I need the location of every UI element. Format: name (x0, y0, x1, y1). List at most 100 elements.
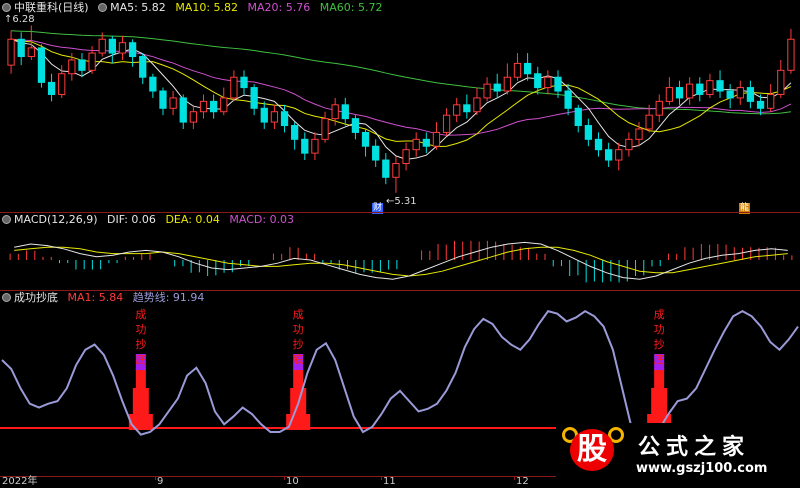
candle-body (240, 76, 248, 89)
signal-toggle-icon[interactable] (2, 293, 11, 302)
candle-body (604, 149, 613, 161)
ma1-value: MA1: 5.84 (67, 291, 124, 304)
dea-value: DEA: 0.04 (165, 213, 220, 226)
candle-body (189, 111, 198, 123)
candle-body (250, 87, 258, 109)
candle-body (270, 111, 279, 123)
signal-word: 抄 (654, 337, 665, 351)
candle-body (777, 69, 785, 95)
ma-toggle-icon[interactable] (98, 3, 108, 12)
candle-body (615, 149, 623, 161)
candle-body (756, 100, 765, 109)
candle-body (220, 97, 228, 113)
candle-body (179, 97, 187, 123)
signal-word: 功 (135, 323, 146, 336)
signal-word: 底 (293, 352, 304, 366)
panel-toggle-icon[interactable] (2, 3, 11, 12)
candle-body (453, 104, 461, 116)
candle-body (47, 81, 56, 95)
candle-body (635, 128, 643, 140)
candle-body (706, 80, 714, 95)
signal-word: 成 (654, 308, 665, 321)
signal-tower-upper (293, 368, 304, 390)
candle-body (27, 47, 35, 58)
candle-body (230, 76, 238, 99)
x-tick-label: 11 (383, 476, 396, 487)
ma10-value: MA10: 5.82 (175, 1, 239, 14)
x-tick-label: 9 (157, 476, 164, 487)
candle-body (746, 87, 755, 102)
candle-body (331, 104, 339, 120)
signal-word: 底 (654, 352, 665, 366)
x-tick-label: 12 (516, 476, 529, 487)
ma20-value: MA20: 5.76 (247, 1, 311, 14)
candle-body (402, 149, 410, 164)
candle-body (88, 52, 96, 71)
candle-body (260, 107, 268, 123)
candle-body (7, 38, 15, 66)
stock-title: 中联重科(日线) (14, 1, 89, 14)
candle-body (787, 38, 795, 71)
candle-body (503, 76, 511, 92)
candle-body (98, 38, 106, 54)
macd-toggle-icon[interactable] (2, 215, 11, 224)
candle-body (696, 83, 704, 95)
candle-body (341, 104, 349, 120)
candle-body (584, 125, 593, 140)
candle-body (361, 131, 370, 147)
ma60-value: MA60: 5.72 (319, 1, 383, 14)
x-tick-label: 10 (286, 476, 299, 487)
signal-word: 抄 (293, 337, 304, 351)
candle-body (686, 83, 694, 99)
site-name: 公式之家 (638, 435, 751, 460)
candle-body (442, 114, 451, 133)
trend-value: 趋势线: 91.94 (132, 291, 205, 304)
signal-tower-upper (135, 368, 146, 390)
candle-body (716, 80, 724, 92)
site-url: www.gszj100.com (636, 461, 768, 476)
candle-body (78, 59, 86, 71)
signal-tower-base (286, 414, 311, 430)
candle-body (463, 104, 471, 113)
candle-body (483, 83, 491, 99)
candlestick-chart (7, 25, 795, 193)
candle-body (544, 76, 552, 89)
ma5-value: MA5: 5.82 (110, 1, 166, 14)
candle-body (412, 138, 420, 151)
signal-word: 底 (135, 352, 146, 366)
watermark-logo: 股 公式之家 www.gszj100.com (556, 423, 800, 487)
candle-body (675, 87, 684, 99)
candle-body (665, 87, 674, 102)
ma20-line (11, 38, 792, 136)
candle-body (534, 73, 542, 89)
dif-value: DIF: 0.06 (107, 213, 156, 226)
candle-body (382, 159, 390, 178)
candle-body (169, 97, 177, 109)
candle-body (493, 83, 501, 92)
signal-tower-mid (651, 388, 668, 416)
signal-word: 成 (135, 308, 146, 321)
candle-body (209, 100, 218, 113)
macd-title: MACD(12,26,9) (14, 213, 98, 226)
candle-body (564, 90, 572, 109)
candle-body (118, 42, 127, 54)
candle-body (280, 111, 289, 127)
candle-body (625, 138, 633, 151)
signal-tower-mid (132, 388, 149, 416)
candle-body (37, 47, 46, 83)
signal-word: 成 (293, 308, 304, 321)
dif-line (14, 241, 788, 280)
candle-body (645, 114, 653, 130)
candle-body (139, 56, 147, 78)
candle-body (372, 145, 380, 161)
macd-legend: MACD(12,26,9) DIF: 0.06 DEA: 0.04 MACD: … (2, 213, 300, 226)
candle-body (291, 125, 299, 140)
candle-body (199, 100, 208, 113)
signal-tower-base (128, 414, 153, 430)
candle-body (767, 93, 775, 109)
candle-body (311, 138, 319, 154)
candle-body (321, 118, 329, 140)
candle-body (301, 138, 309, 154)
candle-body (523, 62, 532, 75)
signal-legend: 成功抄底 MA1: 5.84 趋势线: 91.94 (2, 291, 210, 304)
